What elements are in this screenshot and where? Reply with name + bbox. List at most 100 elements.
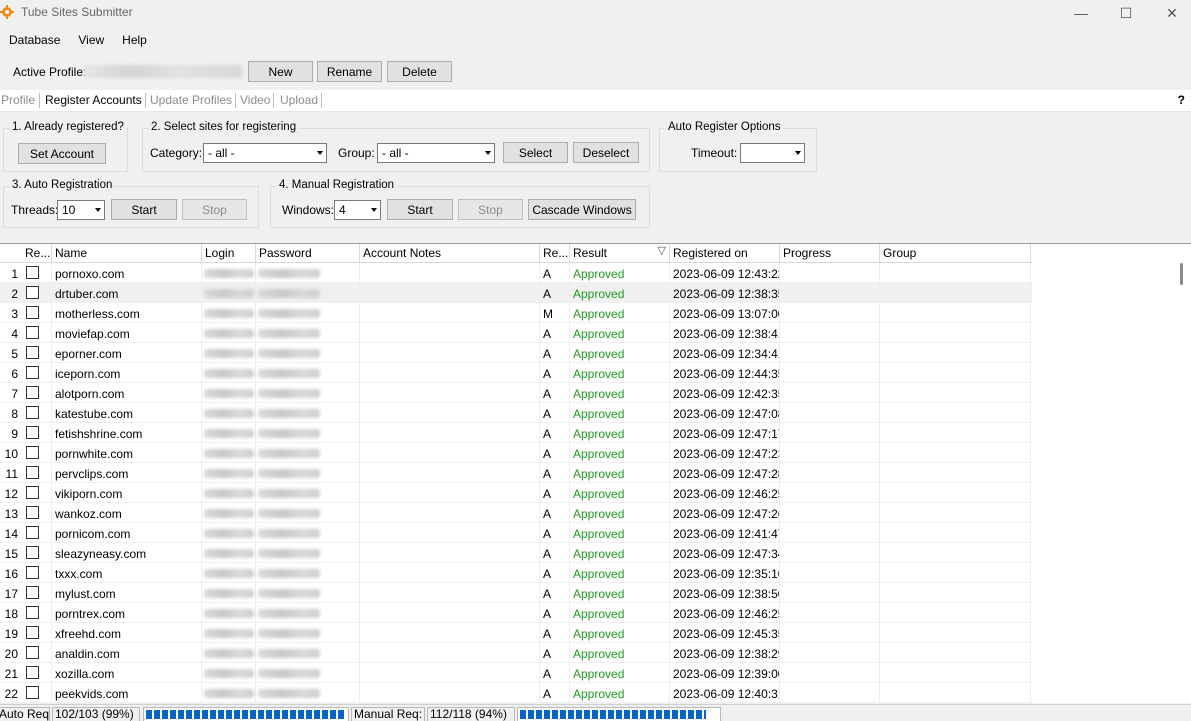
row-checkbox[interactable] (26, 386, 39, 399)
category-select[interactable]: - all - (203, 143, 327, 163)
cascade-windows-button[interactable]: Cascade Windows (528, 199, 636, 220)
row-checkbox[interactable] (26, 346, 39, 359)
login-redacted (204, 509, 254, 518)
row-checkbox[interactable] (26, 486, 39, 499)
deselect-button[interactable]: Deselect (573, 142, 639, 163)
tab-update-profiles[interactable]: Update Profiles (150, 93, 232, 107)
rename-profile-button[interactable]: Rename (317, 61, 382, 82)
table-row[interactable]: 11 pervclips.com A Approved 2023-06-09 12:47… (0, 463, 1032, 483)
login-redacted (204, 469, 254, 478)
column-header-login[interactable]: Login (202, 244, 256, 263)
table-row[interactable]: 10 pornwhite.com A Approved 2023-06-09 12:47… (0, 443, 1032, 463)
row-checkbox[interactable] (26, 526, 39, 539)
delete-profile-button[interactable]: Delete (387, 61, 452, 82)
tab-profile[interactable]: Profile (1, 93, 35, 107)
row-checkbox[interactable] (26, 286, 39, 299)
manual-start-button[interactable]: Start (387, 199, 453, 220)
manual-stop-button[interactable]: Stop (458, 199, 523, 220)
menu-database[interactable]: Database (0, 30, 69, 52)
table-row[interactable]: 1 pornoxo.com A Approved 2023-06-09 12:43:22 (0, 263, 1032, 283)
auto-stop-button[interactable]: Stop (182, 199, 247, 220)
column-header-password[interactable]: Password (256, 244, 360, 263)
row-checkbox[interactable] (26, 546, 39, 559)
table-row[interactable]: 3 motherless.com M Approved 2023-06-09 13:07… (0, 303, 1032, 323)
column-header-registered[interactable]: Re... (22, 244, 52, 263)
row-checkbox[interactable] (26, 566, 39, 579)
tab-register-accounts[interactable]: Register Accounts (45, 93, 142, 107)
table-row[interactable]: 18 porntrex.com A Approved 2023-06-09 12:46:… (0, 603, 1032, 623)
row-checkbox[interactable] (26, 266, 39, 279)
select-sites-group: 2. Select sites for registering Category… (142, 121, 650, 172)
table-row[interactable]: 12 vikiporn.com A Approved 2023-06-09 12:46:… (0, 483, 1032, 503)
timeout-select[interactable] (740, 143, 805, 163)
set-account-button[interactable]: Set Account (18, 143, 106, 164)
row-checkbox[interactable] (26, 686, 39, 699)
column-header-progress[interactable]: Progress (780, 244, 880, 263)
column-header-registered-on[interactable]: Registered on (670, 244, 780, 263)
menu-help[interactable]: Help (113, 30, 156, 52)
grid-cell (780, 263, 880, 283)
table-row[interactable]: 6 iceporn.com A Approved 2023-06-09 12:44:35 (0, 363, 1032, 383)
column-header-reg-type[interactable]: Re... (540, 244, 570, 263)
table-row[interactable]: 21 xozilla.com A Approved 2023-06-09 12:39:0… (0, 663, 1032, 683)
grid-cell (780, 623, 880, 643)
row-checkbox[interactable] (26, 406, 39, 419)
column-header-account-notes[interactable]: Account Notes (360, 244, 540, 263)
table-row[interactable]: 8 katestube.com A Approved 2023-06-09 12:47:… (0, 403, 1032, 423)
row-checkbox[interactable] (26, 506, 39, 519)
table-row[interactable]: 20 analdin.com A Approved 2023-06-09 12:38:2… (0, 643, 1032, 663)
auto-start-button[interactable]: Start (111, 199, 177, 220)
table-row[interactable]: 19 xfreehd.com A Approved 2023-06-09 12:45:3… (0, 623, 1032, 643)
table-row[interactable]: 13 wankoz.com A Approved 2023-06-09 12:47:26 (0, 503, 1032, 523)
table-row[interactable]: 5 eporner.com A Approved 2023-06-09 12:34:41 (0, 343, 1032, 363)
password-redacted (258, 569, 320, 578)
grid-cell (880, 623, 1031, 643)
table-row[interactable]: 14 pornicom.com A Approved 2023-06-09 12:41:… (0, 523, 1032, 543)
column-header-group[interactable]: Group (880, 244, 1031, 263)
select-button[interactable]: Select (503, 142, 568, 163)
row-checkbox[interactable] (26, 586, 39, 599)
row-checkbox[interactable] (26, 306, 39, 319)
column-header-name[interactable]: Name (52, 244, 202, 263)
sites-grid[interactable]: Re... Name Login Password Account Notes … (0, 243, 1191, 703)
help-icon[interactable]: ? (1178, 93, 1185, 107)
row-checkbox[interactable] (26, 666, 39, 679)
scrollbar-thumb[interactable] (1180, 263, 1183, 285)
row-checkbox[interactable] (26, 446, 39, 459)
row-checkbox[interactable] (26, 646, 39, 659)
table-row[interactable]: 22 peekvids.com A Approved 2023-06-09 12:40:… (0, 683, 1032, 703)
menu-view[interactable]: View (69, 30, 113, 52)
row-checkbox[interactable] (26, 466, 39, 479)
table-row[interactable]: 7 alotporn.com A Approved 2023-06-09 12:42:3… (0, 383, 1032, 403)
tab-upload[interactable]: Upload (280, 93, 318, 107)
table-row[interactable]: 9 fetishshrine.com A Approved 2023-06-09 12:… (0, 423, 1032, 443)
windows-select[interactable]: 4 (334, 200, 381, 220)
threads-select[interactable]: 10 (57, 200, 105, 220)
minimize-icon[interactable]: — (1058, 0, 1104, 26)
active-profile-select[interactable] (84, 65, 242, 78)
result-status: Approved (570, 503, 670, 523)
table-row[interactable]: 4 moviefap.com A Approved 2023-06-09 12:38:4… (0, 323, 1032, 343)
site-name: peekvids.com (52, 683, 202, 703)
table-row[interactable]: 2 drtuber.com A Approved 2023-06-09 12:38:35 (0, 283, 1032, 303)
grid-cell (360, 583, 540, 603)
table-row[interactable]: 16 txxx.com A Approved 2023-06-09 12:35:10 (0, 563, 1032, 583)
row-checkbox[interactable] (26, 426, 39, 439)
row-checkbox[interactable] (26, 366, 39, 379)
vertical-scrollbar[interactable] (1174, 263, 1191, 703)
row-checkbox[interactable] (26, 326, 39, 339)
new-profile-button[interactable]: New (248, 61, 313, 82)
close-icon[interactable]: ✕ (1149, 0, 1191, 26)
login-redacted (204, 449, 254, 458)
auto-register-options-title: Auto Register Options (666, 121, 783, 133)
group-select[interactable]: - all - (377, 143, 495, 163)
row-checkbox[interactable] (26, 606, 39, 619)
table-row[interactable]: 15 sleazyneasy.com A Approved 2023-06-09 12:… (0, 543, 1032, 563)
row-checkbox[interactable] (26, 626, 39, 639)
tab-video[interactable]: Video (240, 93, 270, 107)
table-row[interactable]: 17 mylust.com A Approved 2023-06-09 12:38:50 (0, 583, 1032, 603)
maximize-icon[interactable]: ☐ (1103, 0, 1149, 26)
column-header-result[interactable]: Result ▽ (570, 244, 670, 263)
grid-cell (360, 403, 540, 423)
registration-type: A (540, 543, 570, 563)
